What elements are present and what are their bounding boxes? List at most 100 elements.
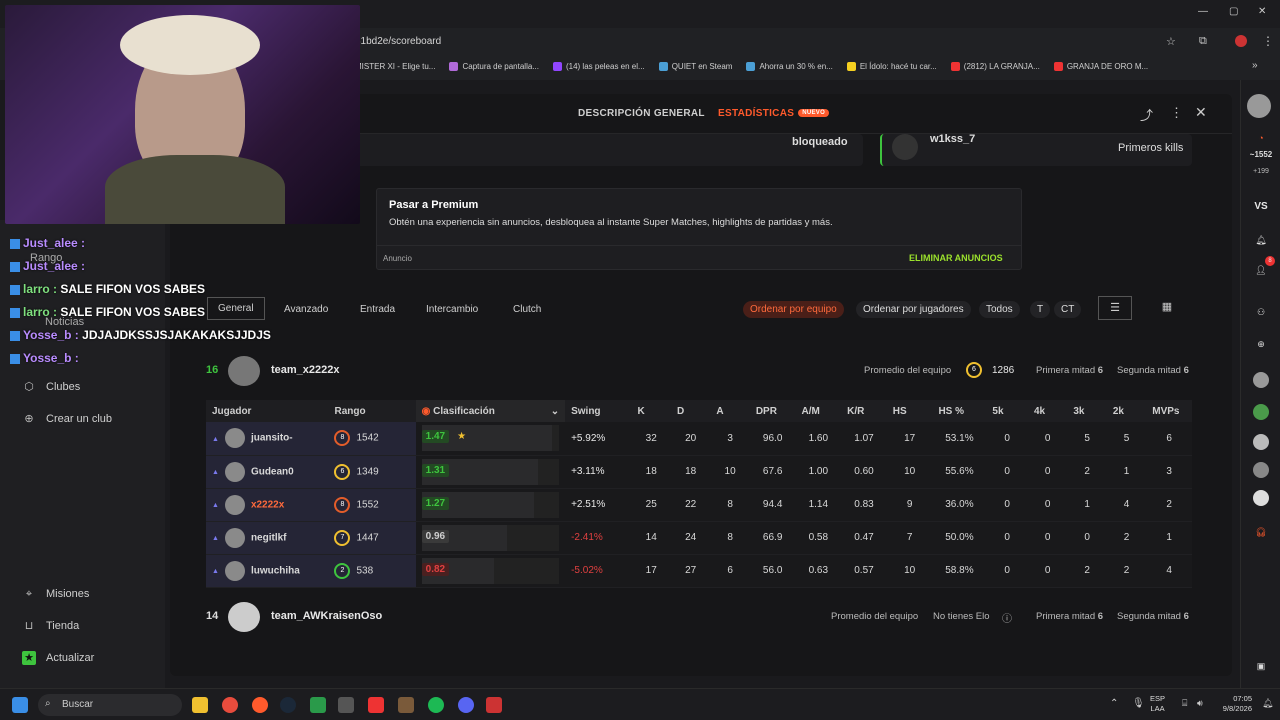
filter-tab-entrada[interactable]: Entrada <box>360 304 395 315</box>
filter-tab-clutch[interactable]: Clutch <box>513 304 541 315</box>
volume-icon[interactable]: 🔊︎ <box>1197 698 1203 709</box>
player-name[interactable]: w1kss_7 <box>930 133 975 145</box>
tab-estadisticas[interactable]: ESTADÍSTICAS NUEVO <box>718 108 830 119</box>
col-dpr[interactable]: DPR <box>749 400 796 422</box>
order-by-players-button[interactable]: Ordenar por jugadores <box>856 301 971 318</box>
windows-start-icon[interactable] <box>12 697 28 713</box>
clock[interactable]: 07:05 9/8/2026 <box>1216 694 1252 714</box>
steam-icon[interactable] <box>280 697 296 713</box>
vs-button[interactable]: VS <box>1243 201 1279 212</box>
col-4k[interactable]: 4k <box>1027 400 1068 422</box>
taskbar-search[interactable]: Buscar <box>38 694 182 716</box>
app-icon[interactable] <box>368 697 384 713</box>
col-k[interactable]: K <box>631 400 671 422</box>
maximize-icon[interactable]: ▢ <box>1229 6 1238 17</box>
menu-dots-icon[interactable]: ⋮ <box>1262 34 1274 48</box>
app-icon[interactable] <box>398 697 414 713</box>
col-a[interactable]: A <box>710 400 750 422</box>
notifications-icon[interactable]: 🔔︎ <box>1262 698 1273 709</box>
filter-t-button[interactable]: T <box>1030 301 1051 318</box>
address-bar[interactable]: 31bd2e/scoreboard <box>355 32 1185 52</box>
col-hsp[interactable]: HS % <box>932 400 987 422</box>
add-icon[interactable]: ⊕ <box>1253 336 1269 352</box>
network-icon[interactable]: ⌸ <box>1182 698 1187 709</box>
filter-tab-intercambio[interactable]: Intercambio <box>426 304 478 315</box>
friend-avatar[interactable] <box>1253 462 1269 478</box>
friend-avatar[interactable] <box>1253 490 1269 506</box>
remove-ads-link[interactable]: ELIMINAR ANUNCIOS <box>909 253 1003 263</box>
team2-name[interactable]: team_AWKraisenOso <box>271 610 382 622</box>
spotify-icon[interactable] <box>428 697 444 713</box>
col-5k[interactable]: 5k <box>986 400 1028 422</box>
profile-avatar[interactable] <box>1235 35 1247 47</box>
player-cell[interactable]: ▲ negitlkf <box>206 521 329 555</box>
filter-tab-general[interactable]: General <box>207 297 265 320</box>
chevron-right-icon[interactable]: » <box>1252 60 1258 71</box>
bookmark-item[interactable]: (14) las peleas en el... <box>552 58 645 74</box>
bookmark-star-icon[interactable]: ☆ <box>1166 35 1176 48</box>
col-clasificacion[interactable]: ◉ Clasificación ⌄ <box>415 400 566 422</box>
bell-icon[interactable]: 🔔︎ <box>1253 232 1269 248</box>
bookmark-item[interactable]: Ahorra un 30 % en... <box>746 58 833 74</box>
team1-name[interactable]: team_x2222x <box>271 364 340 376</box>
col-jugador[interactable]: Jugador <box>206 400 329 422</box>
filter-ct-button[interactable]: CT <box>1054 301 1082 318</box>
close-icon[interactable]: ✕ <box>1195 104 1207 121</box>
table-row[interactable]: ▲ negitlkf 7 1447 0.96 -2.41% 14 24 8 66.9… <box>206 521 1192 555</box>
col-hs[interactable]: HS <box>886 400 933 422</box>
friend-avatar[interactable] <box>1253 434 1269 450</box>
grid-view-icon[interactable]: ▦ <box>1150 296 1184 320</box>
col-3k[interactable]: 3k <box>1067 400 1107 422</box>
more-icon[interactable]: ⋮ <box>1170 105 1183 121</box>
list-view-icon[interactable]: ☰ <box>1098 296 1132 320</box>
mic-icon[interactable]: 🎙︎ <box>1132 698 1145 709</box>
friend-avatar[interactable] <box>1253 372 1269 388</box>
player-cell[interactable]: ▲ Gudean0 <box>206 455 329 489</box>
col-swing[interactable]: Swing <box>565 400 632 422</box>
player-cell[interactable]: ▲ x2222x <box>206 488 329 522</box>
order-by-team-button[interactable]: Ordenar por equipo <box>743 301 844 318</box>
nav-crear-club[interactable]: ⊕ Crear un club <box>22 412 112 426</box>
col-kr[interactable]: K/R <box>841 400 887 422</box>
headset-icon[interactable]: 🎧︎ <box>1253 524 1269 540</box>
app-icon[interactable] <box>310 697 326 713</box>
tab-descripcion-general[interactable]: DESCRIPCIÓN GENERAL <box>578 108 705 119</box>
share-icon[interactable]: ⤴ <box>1140 105 1153 124</box>
bottom-sidebar-icon[interactable]: ▣ <box>1253 658 1269 674</box>
col-am[interactable]: A/M <box>795 400 842 422</box>
filter-all-button[interactable]: Todos <box>979 301 1020 318</box>
nav-misiones[interactable]: ⌖ Misiones <box>22 587 90 601</box>
app-icon[interactable] <box>338 697 354 713</box>
close-window-icon[interactable]: ✕ <box>1258 6 1266 17</box>
nav-tienda[interactable]: ⊔ Tienda <box>22 619 80 633</box>
user-avatar[interactable] <box>1247 94 1271 118</box>
player-cell[interactable]: ▲ juansito- <box>206 422 329 456</box>
bookmark-item[interactable]: El Ídolo: hacé tu car... <box>846 58 937 74</box>
bookmark-item[interactable]: QUIET en Steam <box>658 58 732 74</box>
player-cell[interactable]: ▲ luwuchiha <box>206 554 329 588</box>
app-icon[interactable] <box>486 697 502 713</box>
chevron-up-icon[interactable]: ⌃ <box>1110 698 1118 709</box>
extensions-icon[interactable]: ⧉ <box>1199 35 1207 48</box>
nav-clubes[interactable]: ⬡ Clubes <box>22 380 80 394</box>
filter-tab-avanzado[interactable]: Avanzado <box>284 304 328 315</box>
col-d[interactable]: D <box>670 400 711 422</box>
bookmark-item[interactable]: GRANJA DE ORO M... <box>1053 58 1148 74</box>
chrome-icon[interactable] <box>222 697 238 713</box>
table-row[interactable]: ▲ Gudean0 6 1349 1.31 +3.11% 18 18 10 67.6… <box>206 455 1192 489</box>
col-mvps[interactable]: MVPs <box>1146 400 1192 422</box>
folder-icon[interactable] <box>192 697 208 713</box>
bookmark-item[interactable]: MISTER XI - Elige tu... <box>355 58 435 74</box>
info-icon[interactable]: ⓘ <box>1002 610 1012 625</box>
language-indicator[interactable]: ESP LAA <box>1150 694 1165 714</box>
minimize-icon[interactable]: — <box>1198 6 1208 17</box>
bookmark-item[interactable]: (2812) LA GRANJA... <box>950 58 1040 74</box>
col-rango[interactable]: Rango <box>328 400 416 422</box>
table-row[interactable]: ▲ luwuchiha 2 538 0.82 -5.02% 17 27 6 56.0… <box>206 554 1192 588</box>
col-2k[interactable]: 2k <box>1106 400 1147 422</box>
friend-avatar[interactable] <box>1253 404 1269 420</box>
nav-actualizar[interactable]: ★ Actualizar <box>22 651 94 665</box>
table-row[interactable]: ▲ x2222x 8 1552 1.27 +2.51% 25 22 8 94.4 1… <box>206 488 1192 522</box>
discord-icon[interactable] <box>458 697 474 713</box>
faceit-icon[interactable] <box>252 697 268 713</box>
